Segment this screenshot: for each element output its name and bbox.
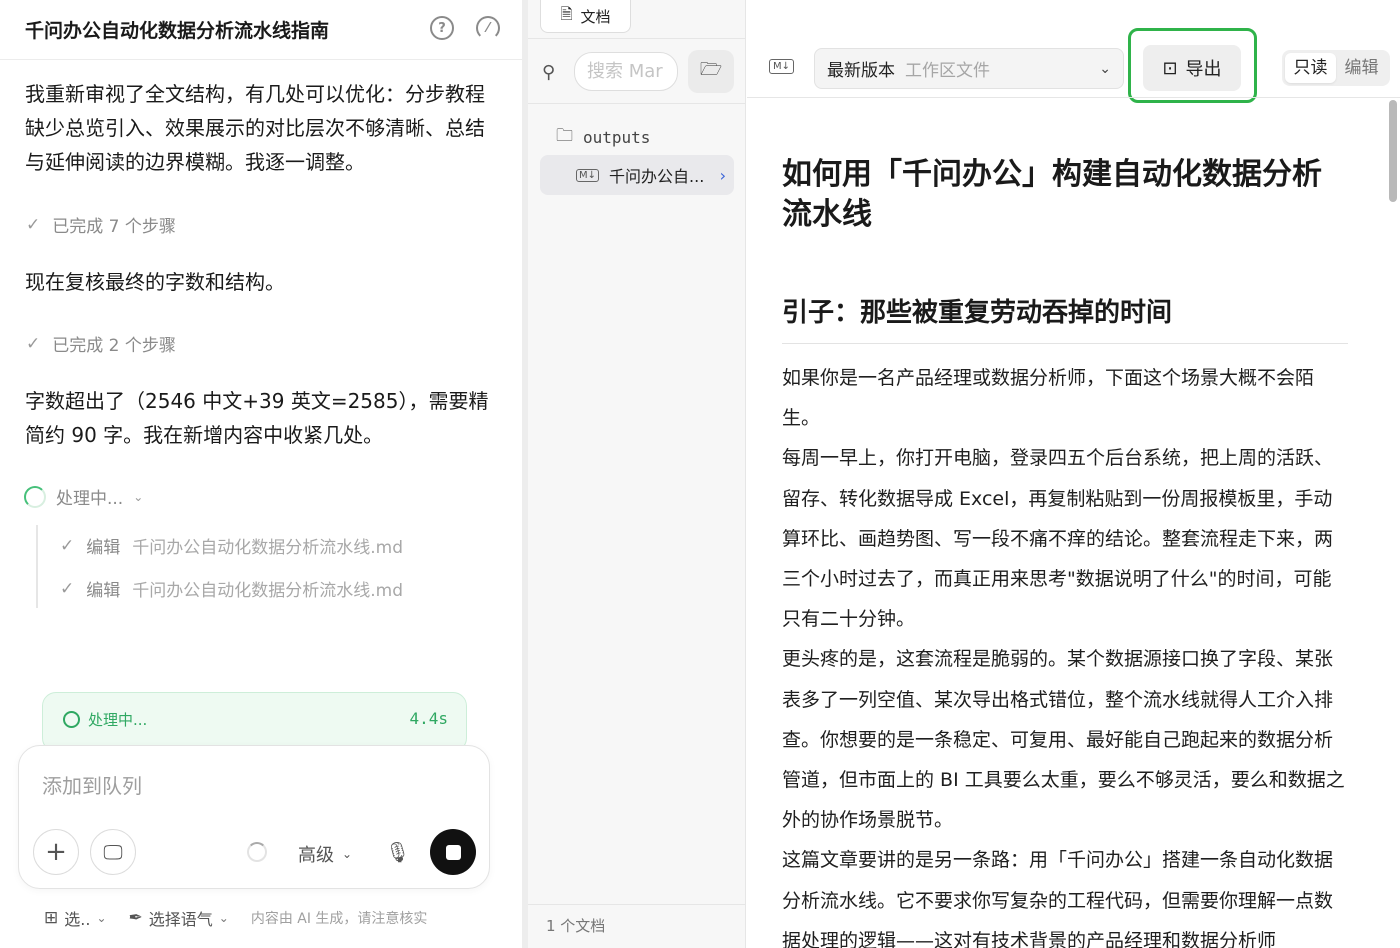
composer: 添加到队列 + 🖵 高级 ⌄ 🎙	[18, 745, 490, 889]
monitor-icon: 🖵	[103, 840, 123, 864]
document-panel: M↓ 最新版本 工作区文件 ⌄ ⊡ 导出 只读 编辑 如何用「千问办公」构建自动…	[747, 0, 1400, 948]
add-button[interactable]: +	[33, 829, 79, 875]
check-icon: ✓	[26, 333, 41, 354]
mode-toggle: 只读 编辑	[1282, 50, 1390, 86]
folder-open-icon: 🗁	[699, 58, 723, 80]
version-label: 最新版本	[827, 61, 895, 81]
chevron-right-icon: ›	[719, 165, 726, 185]
processing-icon	[63, 711, 80, 728]
stop-button[interactable]	[430, 829, 476, 875]
processing-label: 处理中...	[56, 489, 124, 509]
markdown-icon: M↓	[576, 168, 600, 182]
export-icon: ⊡	[1162, 57, 1178, 79]
document-icon: 🗎	[560, 4, 573, 23]
feather-icon: ✒	[128, 908, 143, 928]
file-item[interactable]: M↓ 千问办公自... ›	[540, 155, 734, 195]
version-sub: 工作区文件	[905, 61, 990, 81]
edit-file: 千问办公自动化数据分析流水线.md	[132, 538, 404, 558]
status-label: 处理中...	[88, 711, 148, 729]
export-button[interactable]: ⊡ 导出	[1143, 45, 1241, 91]
steps-label: 已完成 2 个步骤	[52, 336, 176, 356]
document-count: 1 个文档	[546, 917, 606, 935]
edit-step: ✓ 编辑 千问办公自动化数据分析流水线.md	[60, 576, 404, 602]
check-icon: ✓	[60, 535, 75, 556]
file-search-input[interactable]: 搜索 Mar	[574, 52, 678, 91]
tab-documents[interactable]: 🗎 文档	[540, 0, 631, 33]
status-time: 4.4s	[409, 709, 448, 728]
divider	[528, 103, 746, 104]
paragraph: 这篇文章要讲的是另一条路：用「千问办公」搭建一条自动化数据分析流水线。它不要求你…	[782, 849, 1334, 948]
chat-panel: 千问办公自动化数据分析流水线指南 ? ⁄ 我重新审视了全文结构，有几处可以优化：…	[0, 0, 522, 948]
scrollbar[interactable]	[1389, 100, 1397, 202]
divider	[528, 38, 746, 39]
document-title: 如何用「千问办公」构建自动化数据分析流水线	[782, 157, 1322, 232]
edit-action: 编辑	[86, 581, 121, 601]
assistant-message: 我重新审视了全文结构，有几处可以优化：分步教程缺少总览引入、效果展示的对比层次不…	[25, 82, 485, 174]
section-heading: 引子：那些被重复劳动吞掉的时间	[782, 292, 1348, 344]
ai-disclaimer: 内容由 AI 生成，请注意核实	[250, 911, 428, 927]
level-label: 高级	[298, 845, 334, 866]
completed-steps[interactable]: ✓ 已完成 2 个步骤	[26, 331, 176, 357]
tree-line	[36, 525, 38, 608]
divider	[528, 904, 746, 905]
screen-button[interactable]: 🖵	[90, 829, 136, 875]
check-icon: ✓	[60, 578, 75, 599]
loading-icon	[247, 842, 267, 862]
check-icon: ✓	[26, 214, 41, 235]
document-body: 如果你是一名产品经理或数据分析师，下面这个场景大概不会陌生。 每周一早上，你打开…	[782, 358, 1348, 948]
assistant-message: 字数超出了（2546 中文+39 英文=2585），需要精简约 90 字。我在新…	[25, 389, 489, 447]
mic-icon[interactable]: 🎙	[385, 840, 410, 864]
open-folder-button[interactable]: 🗁	[688, 50, 734, 93]
edit-step: ✓ 编辑 千问办公自动化数据分析流水线.md	[60, 533, 404, 559]
version-select[interactable]: 最新版本 工作区文件 ⌄	[814, 48, 1124, 89]
select-label[interactable]: 选..	[64, 906, 90, 930]
file-name: 千问办公自...	[609, 167, 705, 186]
folder-icon: 🗀	[556, 126, 573, 146]
divider	[747, 97, 1400, 98]
chevron-down-icon: ⌄	[218, 911, 229, 925]
tone-select[interactable]: 选择语气	[149, 906, 213, 930]
plus-icon: +	[45, 837, 67, 867]
chevron-down-icon: ⌄	[96, 911, 107, 925]
folder-name: outputs	[583, 128, 651, 147]
composer-footer: ⊞ 选.. ⌄ ✒ 选择语气 ⌄ 内容由 AI 生成，请注意核实	[44, 906, 427, 930]
export-label: 导出	[1185, 59, 1222, 80]
help-icon[interactable]: ?	[430, 16, 454, 40]
status-card: 处理中... 4.4s	[42, 692, 467, 752]
completed-steps[interactable]: ✓ 已完成 7 个步骤	[26, 212, 176, 238]
gauge-icon[interactable]: ⁄	[476, 16, 500, 40]
chevron-down-icon: ⌄	[133, 489, 144, 504]
file-panel: 🗎 文档 ⚲ 搜索 Mar 🗁 🗀 outputs M↓ 千问办公自... › …	[528, 0, 746, 948]
steps-label: 已完成 7 个步骤	[52, 217, 176, 237]
edit-action: 编辑	[86, 538, 121, 558]
mode-edit[interactable]: 编辑	[1336, 53, 1387, 83]
chat-title: 千问办公自动化数据分析流水线指南	[25, 20, 330, 42]
edit-file: 千问办公自动化数据分析流水线.md	[132, 581, 404, 601]
spinner-icon	[24, 485, 46, 508]
markdown-icon: M↓	[769, 59, 795, 74]
search-icon: ⚲	[542, 62, 556, 83]
add-box-icon[interactable]: ⊞	[44, 908, 58, 928]
chevron-down-icon: ⌄	[1099, 60, 1111, 77]
chat-header: 千问办公自动化数据分析流水线指南 ? ⁄	[0, 0, 522, 60]
composer-input[interactable]: 添加到队列	[42, 770, 142, 799]
chevron-down-icon: ⌄	[342, 847, 353, 861]
tab-label: 文档	[580, 7, 611, 26]
paragraph: 更头疼的是，这套流程是脆弱的。某个数据源接口换了字段、某张表多了一列空值、某次导…	[782, 648, 1345, 832]
stop-icon	[445, 844, 461, 860]
folder-outputs[interactable]: 🗀 outputs	[556, 123, 650, 152]
processing-toggle[interactable]: 处理中... ⌄	[24, 484, 143, 509]
paragraph: 每周一早上，你打开电脑，登录四五个后台系统，把上周的活跃、留存、转化数据导成 E…	[782, 447, 1334, 631]
model-level-select[interactable]: 高级 ⌄	[298, 841, 352, 867]
assistant-message: 现在复核最终的字数和结构。	[25, 270, 285, 294]
mode-readonly[interactable]: 只读	[1285, 53, 1336, 83]
paragraph: 如果你是一名产品经理或数据分析师，下面这个场景大概不会陌生。	[782, 367, 1315, 430]
